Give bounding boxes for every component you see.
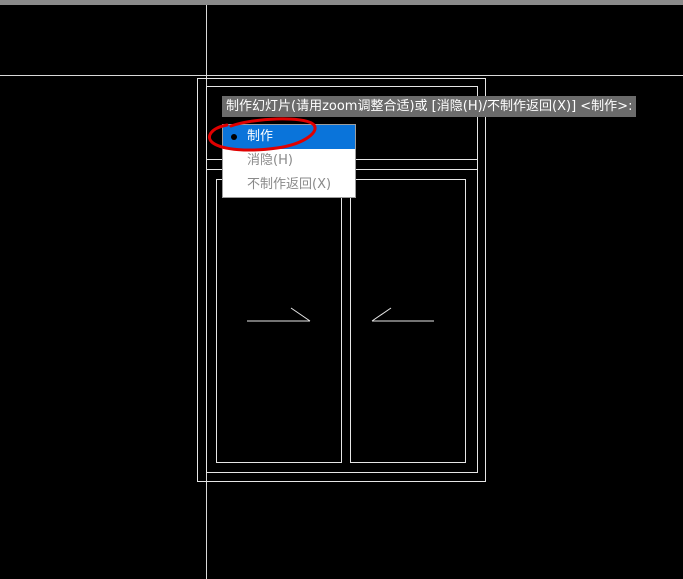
menu-item-label: 消隐(H) bbox=[247, 153, 293, 168]
menu-item-label: 不制作返回(X) bbox=[247, 177, 332, 192]
window-opening-arrows bbox=[247, 307, 434, 322]
menu-item-return[interactable]: 不制作返回(X) bbox=[223, 173, 355, 197]
right-opening-arrow bbox=[371, 307, 434, 322]
menu-item-label: 制作 bbox=[247, 129, 274, 144]
command-prompt: 制作幻灯片(请用zoom调整合适)或 [消隐(H)/不制作返回(X)] <制作>… bbox=[222, 96, 637, 117]
menu-item-make[interactable]: 制作 bbox=[223, 125, 355, 149]
drawing-canvas[interactable] bbox=[0, 5, 683, 579]
left-opening-arrow bbox=[247, 307, 311, 322]
context-menu: 制作 消隐(H) 不制作返回(X) bbox=[222, 124, 356, 198]
menu-item-hide[interactable]: 消隐(H) bbox=[223, 149, 355, 173]
selected-bullet-icon bbox=[231, 134, 237, 140]
